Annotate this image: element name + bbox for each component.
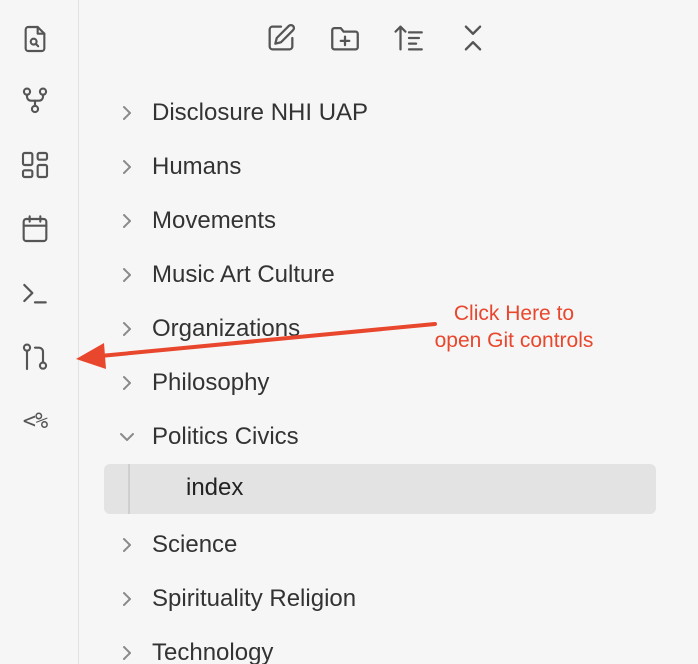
folder-label: Humans: [152, 153, 242, 180]
sort-icon[interactable]: [391, 18, 427, 58]
open-quick-switcher-icon[interactable]: [14, 18, 56, 60]
folder-label: Science: [152, 531, 238, 558]
chevron-right-icon: [117, 209, 137, 233]
folder-item[interactable]: Music Art Culture: [79, 248, 698, 302]
folder-item[interactable]: Movements: [79, 194, 698, 248]
chevron-right-icon: [117, 587, 137, 611]
new-folder-icon[interactable]: [327, 18, 363, 58]
folder-label: Organizations: [152, 315, 301, 342]
chevron-right-icon: [117, 533, 137, 557]
folder-label: Movements: [152, 207, 277, 234]
templater-icon-label: <%: [22, 408, 48, 434]
file-label: index: [186, 474, 244, 501]
folder-item[interactable]: Science: [79, 518, 698, 572]
obsidian-app: <% Disclosure NHI UAP Humans Movements M…: [0, 0, 698, 664]
templater-icon[interactable]: <%: [14, 400, 56, 442]
file-tree: Disclosure NHI UAP Humans Movements Musi…: [79, 86, 698, 664]
folder-label: Music Art Culture: [152, 261, 335, 288]
folder-label: Technology: [152, 639, 274, 664]
folder-item[interactable]: Spirituality Religion: [79, 572, 698, 626]
annotation-line-1: Click Here to: [453, 302, 575, 325]
annotation-callout: Click Here to open Git controls: [414, 300, 614, 354]
folder-label: Disclosure NHI UAP: [152, 99, 369, 126]
chevron-right-icon: [117, 641, 137, 664]
chevron-right-icon: [117, 155, 137, 179]
folder-item[interactable]: Humans: [79, 140, 698, 194]
annotation-line-2: open Git controls: [434, 329, 594, 352]
explorer-toolbar: [263, 18, 491, 58]
folder-label: Politics Civics: [152, 423, 299, 450]
chevron-right-icon: [117, 317, 137, 341]
folder-item[interactable]: Technology: [79, 626, 698, 664]
chevron-right-icon: [117, 371, 137, 395]
canvas-icon[interactable]: [14, 144, 56, 186]
calendar-icon[interactable]: [14, 208, 56, 250]
folder-label: Philosophy: [152, 369, 270, 396]
terminal-icon[interactable]: [14, 272, 56, 314]
indent-guide: [128, 464, 130, 514]
chevron-right-icon: [117, 101, 137, 125]
chevron-right-icon: [117, 263, 137, 287]
folder-item[interactable]: Philosophy: [79, 356, 698, 410]
collapse-all-icon[interactable]: [455, 18, 491, 58]
folder-item[interactable]: Disclosure NHI UAP: [79, 86, 698, 140]
graph-view-icon[interactable]: [14, 80, 56, 122]
git-pull-request-icon[interactable]: [14, 336, 56, 378]
left-ribbon: <%: [0, 0, 79, 664]
folder-label: Spirituality Religion: [152, 585, 357, 612]
new-note-icon[interactable]: [263, 18, 299, 58]
chevron-down-icon: [117, 425, 137, 449]
file-item-active[interactable]: index: [79, 464, 698, 518]
folder-item-expanded[interactable]: Politics Civics: [79, 410, 698, 464]
